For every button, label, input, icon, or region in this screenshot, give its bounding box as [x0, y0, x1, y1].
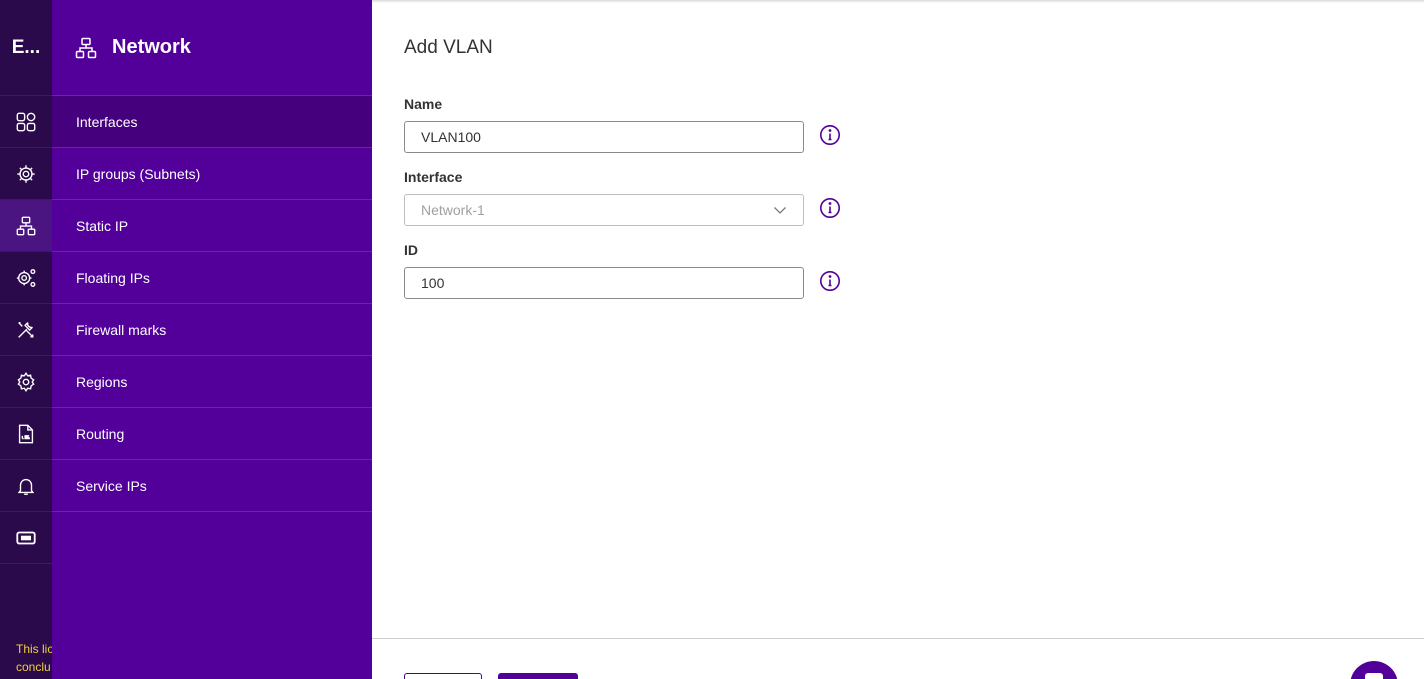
sidebar-item-interfaces[interactable]: Interfaces [52, 96, 372, 148]
rail-item-logs[interactable] [0, 408, 52, 460]
top-shadow [372, 0, 1424, 3]
dashboard-icon [16, 112, 36, 131]
page-title: Add VLAN [404, 37, 493, 58]
sidebar-item-floating-ips[interactable]: Floating IPs [52, 252, 372, 304]
chevron-down-icon [774, 207, 786, 214]
chat-button[interactable] [1350, 661, 1398, 679]
form-footer [372, 638, 1424, 679]
info-icon [820, 125, 840, 145]
network-icon [75, 37, 97, 58]
name-input[interactable] [404, 121, 804, 153]
sidebar-item-service-ips[interactable]: Service IPs [52, 460, 372, 512]
network-icon [16, 216, 36, 235]
bell-icon [17, 478, 35, 495]
rail-item-notifications[interactable] [0, 460, 52, 512]
rail-item-tools[interactable] [0, 304, 52, 356]
sidebar-header: Network [52, 0, 372, 96]
info-icon [820, 198, 840, 218]
rail-item-services[interactable] [0, 252, 52, 304]
sidebar-item-routing[interactable]: Routing [52, 408, 372, 460]
gears-icon [16, 268, 36, 287]
rail-item-network[interactable] [0, 200, 52, 252]
sidebar-title: Network [112, 36, 191, 58]
chat-icon [1365, 673, 1383, 679]
interface-select-value: Network-1 [421, 202, 485, 218]
sidebar-item-static-ip[interactable]: Static IP [52, 200, 372, 252]
name-info-button[interactable] [819, 124, 841, 146]
gear-icon [17, 371, 35, 392]
rail-item-settings[interactable] [0, 148, 52, 200]
cancel-button[interactable] [404, 673, 482, 679]
app-logo[interactable]: E... [0, 0, 52, 96]
id-label: ID [404, 242, 418, 258]
sidebar-item-ip-groups[interactable]: IP groups (Subnets) [52, 148, 372, 200]
info-icon [820, 271, 840, 291]
tools-icon [18, 321, 34, 338]
log-file-icon [18, 424, 34, 443]
rail-item-dashboard[interactable] [0, 96, 52, 148]
rail-item-configuration[interactable] [0, 356, 52, 408]
sidebar-item-firewall-marks[interactable]: Firewall marks [52, 304, 372, 356]
interface-info-button[interactable] [819, 197, 841, 219]
ticket-icon [16, 531, 36, 544]
id-input[interactable] [404, 267, 804, 299]
settings-gear-icon [17, 164, 35, 183]
save-button[interactable] [498, 673, 578, 679]
sidebar-item-regions[interactable]: Regions [52, 356, 372, 408]
name-label: Name [404, 96, 443, 112]
id-info-button[interactable] [819, 270, 841, 292]
interface-select[interactable]: Network-1 [404, 194, 804, 226]
interface-label: Interface [404, 169, 463, 185]
rail-item-license[interactable] [0, 512, 52, 564]
icon-rail: E... This lic conclu [0, 0, 52, 679]
main-panel: Add VLAN Name Interface Network-1 ID [372, 0, 1424, 679]
network-sidebar: Network Interfaces IP groups (Subnets) S… [52, 0, 372, 679]
license-warning: This lic conclu [16, 642, 52, 674]
